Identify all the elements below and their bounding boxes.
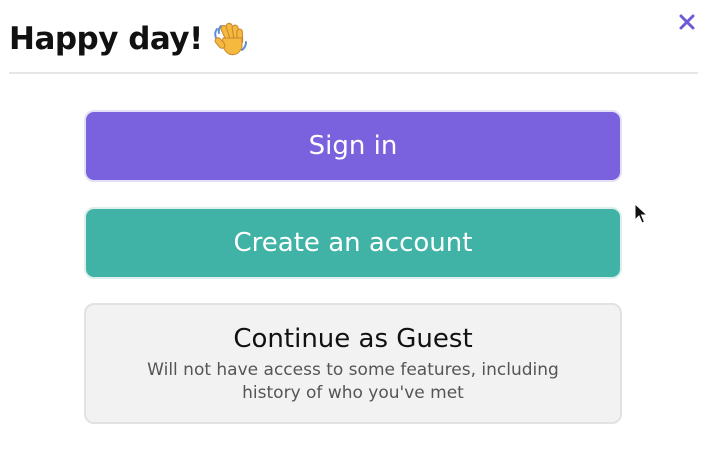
- dialog-title: Happy day!: [9, 21, 203, 57]
- header-divider: [9, 72, 698, 74]
- continue-as-guest-button[interactable]: Continue as Guest Will not have access t…: [84, 303, 622, 424]
- create-account-label: Create an account: [233, 228, 473, 258]
- close-button[interactable]: [674, 9, 700, 35]
- mouse-pointer-icon: [634, 203, 648, 224]
- create-account-button[interactable]: Create an account: [84, 207, 622, 279]
- welcome-dialog: Happy day! Sign in Create an account Con…: [0, 0, 717, 453]
- close-icon: [679, 14, 695, 30]
- guest-label: Continue as Guest: [233, 323, 473, 354]
- sign-in-button[interactable]: Sign in: [84, 110, 622, 182]
- dialog-header: Happy day!: [9, 14, 251, 64]
- guest-sublabel: Will not have access to some features, i…: [147, 359, 559, 403]
- sign-in-label: Sign in: [308, 131, 398, 161]
- waving-hand-icon: [211, 19, 251, 59]
